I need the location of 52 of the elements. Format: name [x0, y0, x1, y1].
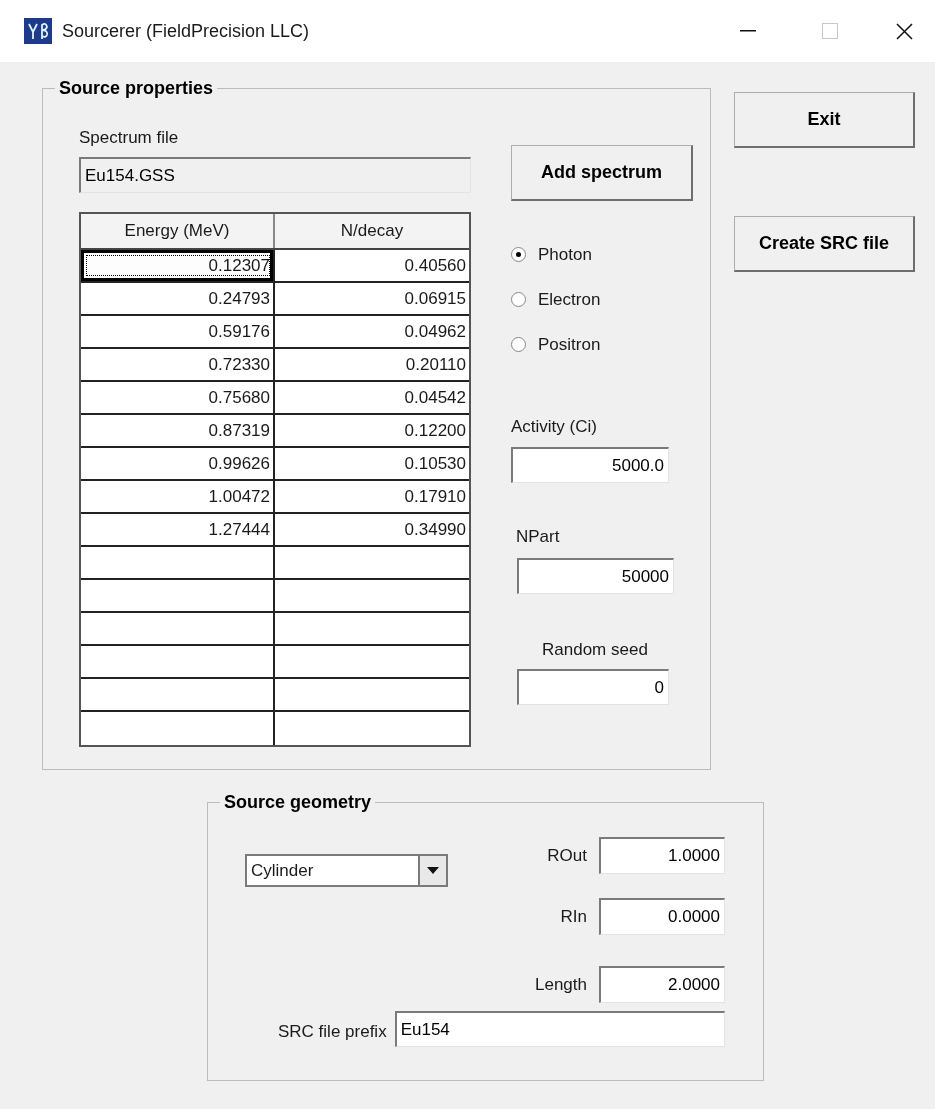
dimension-field[interactable]: 2.0000: [599, 966, 725, 1003]
table-cell[interactable]: 0.24793: [81, 283, 275, 314]
spectrum-file-field[interactable]: Eu154.GSS: [79, 157, 471, 193]
table-cell[interactable]: 0.87319: [81, 415, 275, 446]
field-label: Length: [535, 973, 587, 996]
table-cell[interactable]: 0.40560: [275, 250, 469, 281]
dimension-field[interactable]: 0.0000: [599, 898, 725, 935]
radio-button[interactable]: [511, 337, 526, 352]
table-cell[interactable]: 0.12307: [81, 250, 275, 281]
column-header[interactable]: N/decay: [275, 214, 469, 248]
table-cell[interactable]: 0.20110: [275, 349, 469, 380]
npart-field[interactable]: 50000: [517, 558, 674, 594]
table-cell[interactable]: 0.34990: [275, 514, 469, 545]
activity-field[interactable]: 5000.0: [511, 447, 669, 483]
field-label: SRC file prefix: [278, 1021, 387, 1044]
table-cell[interactable]: 0.17910: [275, 481, 469, 512]
radio-label[interactable]: Positron: [538, 331, 601, 358]
table-cell[interactable]: 0.72330: [81, 349, 275, 380]
table-cell[interactable]: 0.12200: [275, 415, 469, 446]
table-cell[interactable]: 0.04542: [275, 382, 469, 413]
table-cell[interactable]: 0.10530: [275, 448, 469, 479]
table-cell[interactable]: 1.00472: [81, 481, 275, 512]
shape-dropdown[interactable]: Cylinder: [245, 854, 448, 887]
radio-label[interactable]: Photon: [538, 241, 592, 268]
table-cell[interactable]: 0.59176: [81, 316, 275, 347]
window-title: Sourcerer (FieldPrecision LLC): [62, 19, 310, 43]
random-seed-field[interactable]: 0: [517, 669, 669, 705]
maximize-icon: [822, 23, 838, 39]
field-label: Spectrum file: [79, 127, 180, 149]
dimension-field[interactable]: 1.0000: [599, 837, 725, 874]
radio-button[interactable]: [511, 247, 526, 262]
field-label: NPart: [516, 526, 561, 548]
add-spectrum-button[interactable]: Add spectrum: [511, 145, 693, 201]
field-label: ROut: [547, 844, 587, 867]
field-label: RIn: [560, 905, 587, 928]
app-icon: [24, 18, 52, 44]
radio-button[interactable]: [511, 292, 526, 307]
table-cell[interactable]: 0.04962: [275, 316, 469, 347]
field-label: Activity (Ci): [511, 416, 598, 438]
create-file-button[interactable]: Create SRC file: [734, 216, 915, 272]
field-label: Random seed: [542, 639, 649, 661]
prefix-field[interactable]: Eu154: [394, 1011, 725, 1047]
exit-button[interactable]: Exit: [734, 92, 915, 148]
table-cell[interactable]: 1.27444: [81, 514, 275, 545]
caret-icon: [427, 867, 439, 874]
table-cell[interactable]: 0.75680: [81, 382, 275, 413]
radio-label[interactable]: Electron: [538, 286, 601, 313]
minimize-icon: [740, 30, 756, 32]
column-header[interactable]: Energy (MeV): [81, 214, 275, 248]
table-cell[interactable]: 0.06915: [275, 283, 469, 314]
table-cell[interactable]: 0.99626: [81, 448, 275, 479]
close-icon: [895, 22, 913, 40]
